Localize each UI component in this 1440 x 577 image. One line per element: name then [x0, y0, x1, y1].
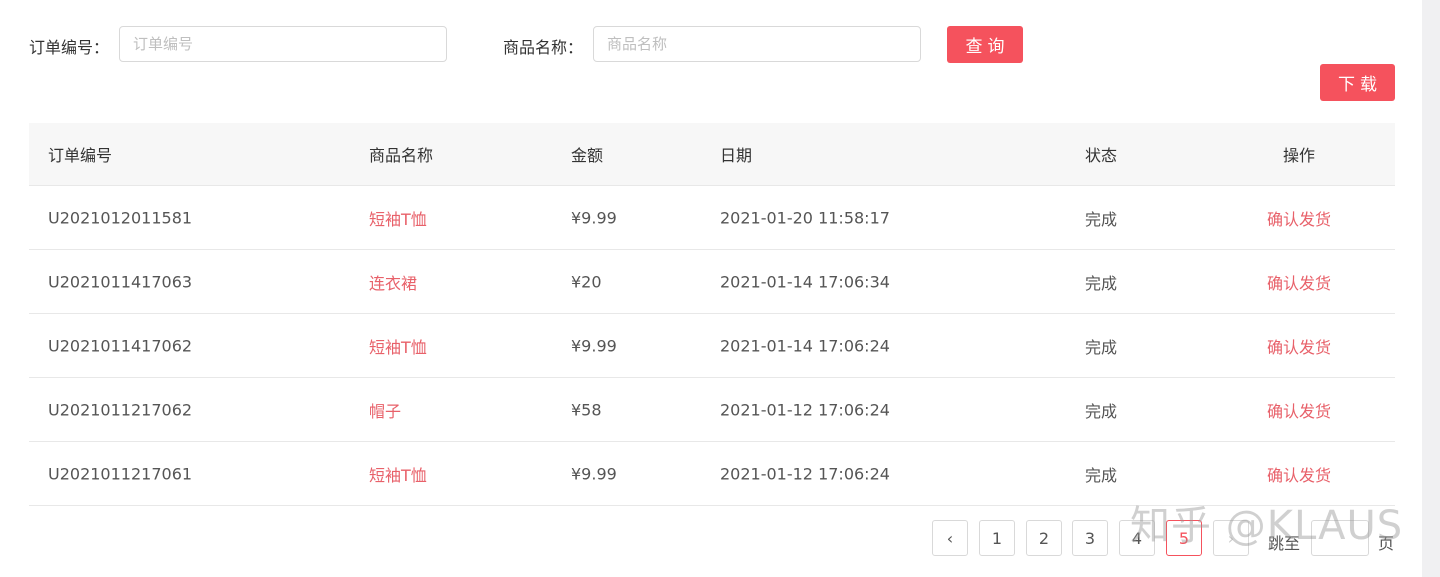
product-link[interactable]: 连衣裙 [369, 270, 417, 294]
amount-cell: ¥9.99 [571, 464, 617, 483]
product-link[interactable]: 短袖T恤 [369, 206, 427, 230]
order-number-cell: U2021011217062 [48, 400, 193, 419]
page-button-4[interactable]: 4 [1119, 520, 1155, 556]
table-row: U2021011417062 短袖T恤 ¥9.99 2021-01-14 17:… [29, 314, 1395, 378]
table-row: U2021011217061 短袖T恤 ¥9.99 2021-01-12 17:… [29, 442, 1395, 506]
confirm-shipment-link[interactable]: 确认发货 [1267, 334, 1331, 358]
page-button-5-current[interactable]: 5 [1166, 520, 1202, 556]
date-cell: 2021-01-14 17:06:34 [720, 272, 890, 291]
order-number-cell: U2021011417063 [48, 272, 193, 291]
product-name-input[interactable] [593, 26, 921, 62]
product-link[interactable]: 短袖T恤 [369, 334, 427, 358]
chevron-right-icon: › [1227, 528, 1235, 548]
order-number-cell: U2021012011581 [48, 208, 193, 227]
product-link[interactable]: 短袖T恤 [369, 462, 427, 486]
confirm-shipment-link[interactable]: 确认发货 [1267, 398, 1331, 422]
status-cell: 完成 [1085, 465, 1118, 485]
confirm-shipment-link[interactable]: 确认发货 [1267, 270, 1331, 294]
page-button-3[interactable]: 3 [1072, 520, 1108, 556]
amount-cell: ¥9.99 [571, 336, 617, 355]
amount-cell: ¥20 [571, 272, 602, 291]
order-number-cell: U2021011217061 [48, 464, 193, 483]
order-number-input[interactable] [119, 26, 447, 62]
header-amount: 金额 [571, 146, 604, 165]
table-row: U2021012011581 短袖T恤 ¥9.99 2021-01-20 11:… [29, 186, 1395, 250]
page-button-2[interactable]: 2 [1026, 520, 1062, 556]
date-cell: 2021-01-20 11:58:17 [720, 208, 890, 227]
download-button[interactable]: 下载 [1320, 64, 1395, 101]
header-order-number: 订单编号 [48, 146, 113, 165]
amount-cell: ¥9.99 [571, 208, 617, 227]
status-cell: 完成 [1085, 337, 1118, 357]
product-link[interactable]: 帽子 [369, 398, 401, 422]
order-number-cell: U2021011417062 [48, 336, 193, 355]
date-cell: 2021-01-12 17:06:24 [720, 400, 890, 419]
table-row: U2021011217062 帽子 ¥58 2021-01-12 17:06:2… [29, 378, 1395, 442]
status-cell: 完成 [1085, 209, 1118, 229]
header-product-name: 商品名称 [369, 146, 434, 165]
confirm-shipment-link[interactable]: 确认发货 [1267, 206, 1331, 230]
page-button-1[interactable]: 1 [979, 520, 1015, 556]
prev-page-button[interactable]: ‹ [932, 520, 968, 556]
orders-table: 订单编号 商品名称 金额 日期 状态 操作 U2021012011581 短袖T… [29, 123, 1395, 506]
jump-to-label: 跳至 [1268, 534, 1301, 553]
table-row: U2021011417063 连衣裙 ¥20 2021-01-14 17:06:… [29, 250, 1395, 314]
status-cell: 完成 [1085, 273, 1118, 293]
next-page-button[interactable]: › [1213, 520, 1249, 556]
table-header: 订单编号 商品名称 金额 日期 状态 操作 [29, 123, 1395, 186]
jump-page-suffix: 页 [1378, 534, 1395, 553]
status-cell: 完成 [1085, 401, 1118, 421]
product-name-label: 商品名称： [503, 38, 584, 57]
confirm-shipment-link[interactable]: 确认发货 [1267, 462, 1331, 486]
header-action: 操作 [1283, 146, 1316, 165]
header-date: 日期 [720, 146, 753, 165]
query-button[interactable]: 查询 [947, 26, 1023, 63]
date-cell: 2021-01-14 17:06:24 [720, 336, 890, 355]
order-number-label: 订单编号： [29, 38, 110, 57]
chevron-left-icon: ‹ [946, 528, 954, 548]
jump-page-input[interactable] [1311, 520, 1369, 556]
amount-cell: ¥58 [571, 400, 602, 419]
date-cell: 2021-01-12 17:06:24 [720, 464, 890, 483]
scrollbar-track[interactable] [1422, 0, 1440, 577]
header-status: 状态 [1085, 146, 1118, 165]
